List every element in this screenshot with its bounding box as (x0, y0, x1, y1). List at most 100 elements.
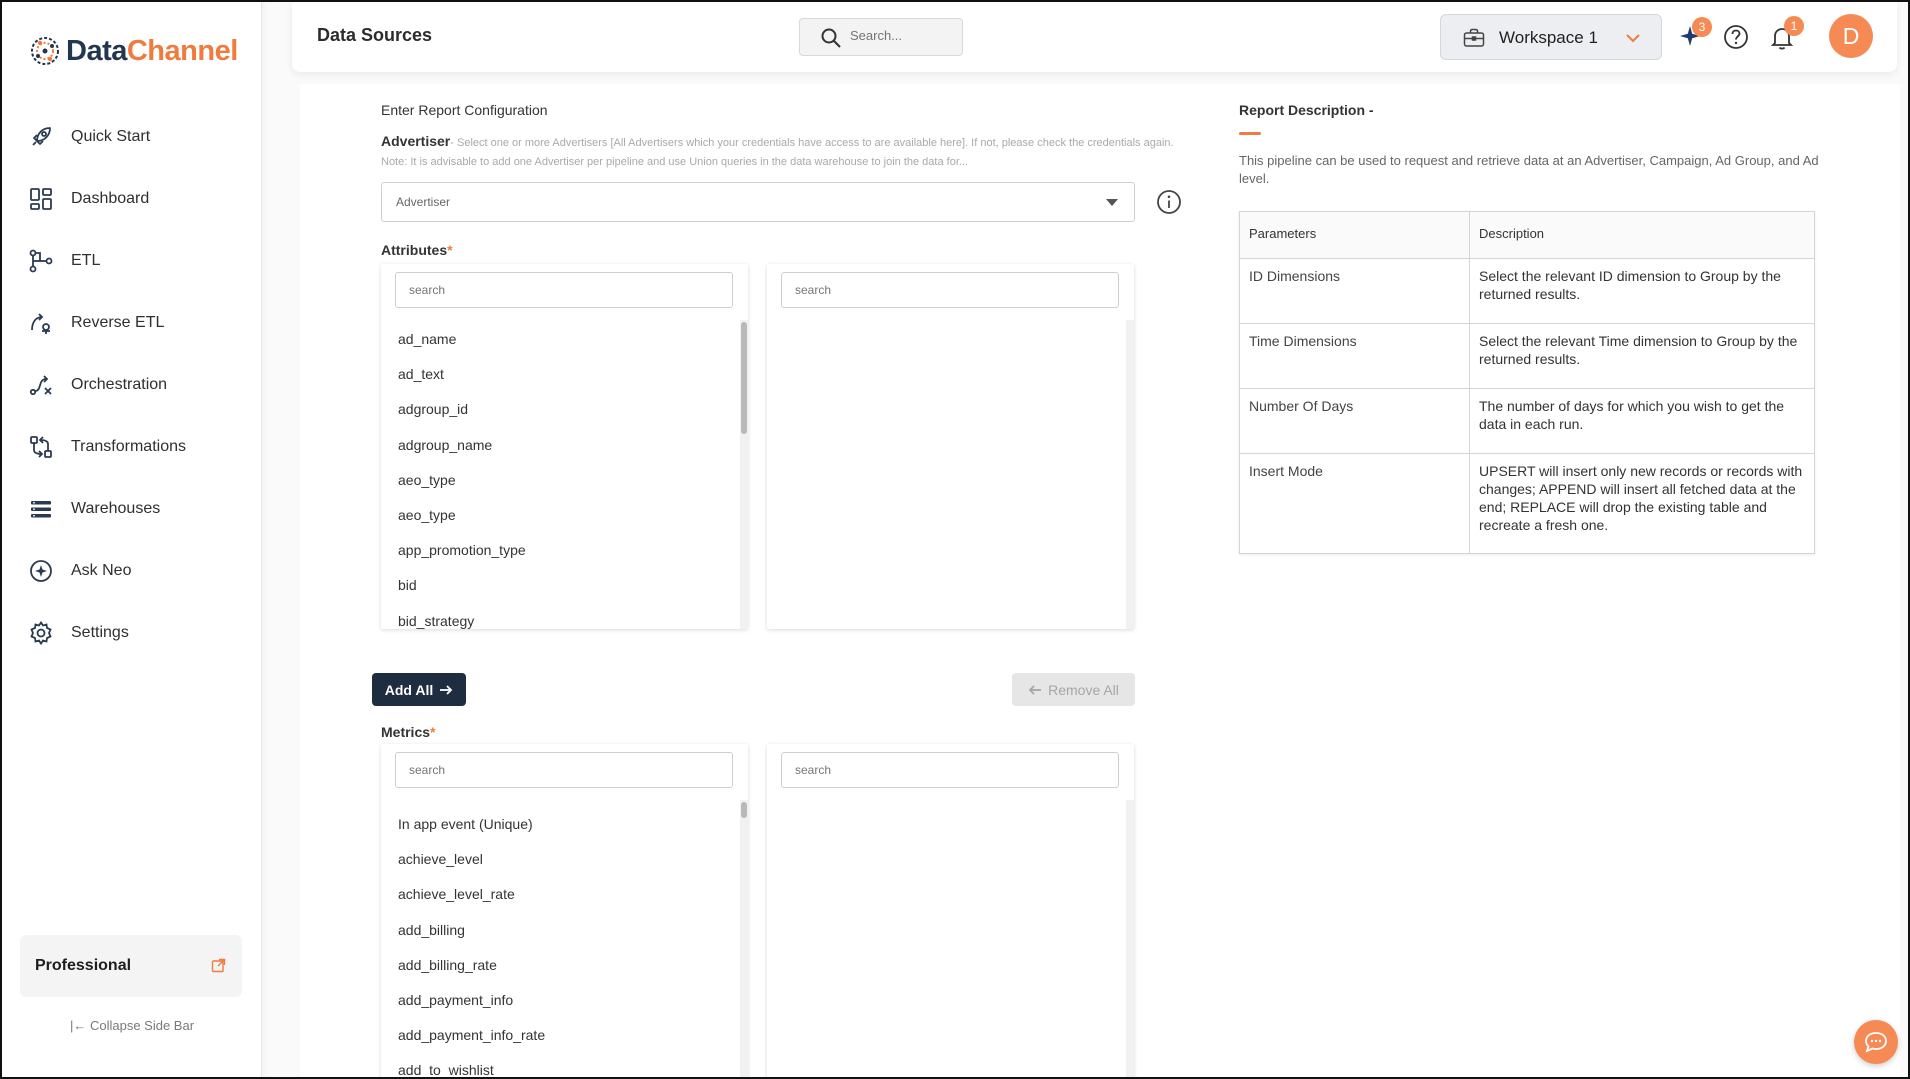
list-item[interactable]: add_billing (381, 913, 736, 948)
table-header-row: Parameters Description (1239, 211, 1815, 259)
section-title: Enter Report Configuration (381, 102, 548, 118)
list-item[interactable]: app_promotion_type (381, 533, 736, 568)
advertiser-select-value: Advertiser (396, 195, 451, 209)
table-row: Time Dimensions Select the relevant Time… (1239, 323, 1815, 389)
sidebar-item-quick-start[interactable]: Quick Start (2, 106, 262, 168)
table-row: ID Dimensions Select the relevant ID dim… (1239, 258, 1815, 324)
add-all-button[interactable]: Add All (372, 673, 466, 706)
param-desc: The number of days for which you wish to… (1469, 388, 1815, 454)
briefcase-icon (1463, 28, 1485, 47)
param-name: Time Dimensions (1239, 323, 1470, 389)
chat-bubble-icon (1865, 1032, 1887, 1053)
info-icon[interactable] (1156, 189, 1182, 215)
sidebar-item-ask-neo[interactable]: Ask Neo (2, 540, 262, 602)
param-desc: Select the relevant Time dimension to Gr… (1469, 323, 1815, 389)
table-row: Number Of Days The number of days for wh… (1239, 388, 1815, 454)
column-header: Description (1469, 211, 1815, 259)
sidebar-item-etl[interactable]: ETL (2, 230, 262, 292)
sidebar-item-dashboard[interactable]: Dashboard (2, 168, 262, 230)
attributes-selected-search[interactable] (781, 272, 1119, 308)
remove-all-button[interactable]: Remove All (1012, 673, 1135, 706)
sidebar-item-warehouses[interactable]: Warehouses (2, 478, 262, 540)
list-item[interactable]: bid (381, 568, 736, 603)
ask-neo-icon (30, 560, 52, 582)
list-item[interactable]: add_payment_info (381, 983, 736, 1018)
list-item[interactable]: add_to_wishlist (381, 1053, 736, 1077)
sidebar-item-reverse-etl[interactable]: Reverse ETL (2, 292, 262, 354)
gear-icon (30, 620, 52, 646)
scrollbar[interactable] (740, 320, 748, 629)
sidebar-item-label: Warehouses (71, 500, 161, 517)
attributes-available-search[interactable] (395, 272, 733, 308)
list-item[interactable]: ad_text (381, 357, 736, 392)
sidebar-item-transformations[interactable]: Transformations (2, 416, 262, 478)
table-row: Insert Mode UPSERT will insert only new … (1239, 453, 1815, 554)
scrollbar-thumb[interactable] (741, 322, 747, 434)
sidebar-item-orchestration[interactable]: Orchestration (2, 354, 262, 416)
param-name: ID Dimensions (1239, 258, 1470, 324)
list-item[interactable]: bid_strategy (381, 604, 736, 630)
list-item[interactable]: In app event (Unique) (381, 807, 736, 842)
chat-button[interactable] (1854, 1020, 1898, 1064)
attributes-selected-list (767, 264, 1134, 629)
metrics-available-search[interactable] (395, 752, 733, 788)
remove-all-label: Remove All (1048, 681, 1119, 698)
plan-name: Professional (35, 957, 132, 974)
collapse-icon: |← (69, 1018, 90, 1033)
metrics-label: Metrics* (381, 724, 436, 740)
sidebar: DataChannel Quick Start Dashboard ETL Re… (2, 2, 262, 1077)
list-item[interactable]: aeo_type (381, 498, 736, 533)
sidebar-item-label: Quick Start (71, 128, 151, 145)
report-description-title: Report Description - (1239, 102, 1374, 118)
plan-card[interactable]: Professional (20, 935, 242, 997)
list-item[interactable]: achieve_level (381, 842, 736, 877)
attributes-available-list: ad_name ad_text adgroup_id adgroup_name … (381, 264, 748, 629)
transformations-icon (30, 436, 52, 458)
param-desc: UPSERT will insert only new records or r… (1469, 453, 1815, 554)
list-item[interactable]: adgroup_name (381, 428, 736, 463)
search-icon (821, 28, 841, 48)
orchestration-icon (29, 375, 52, 396)
parameters-table: Parameters Description ID Dimensions Sel… (1239, 211, 1815, 554)
rocket-icon (32, 127, 51, 146)
main-content: Enter Report Configuration Advertiser- S… (300, 84, 1900, 1077)
external-link-icon[interactable] (211, 958, 226, 973)
title-underline (1239, 132, 1261, 135)
collapse-sidebar-button[interactable]: |← Collapse Side Bar (2, 1018, 262, 1033)
global-search[interactable] (799, 18, 963, 56)
list-item[interactable]: add_billing_rate (381, 948, 736, 983)
list-item[interactable]: aeo_type (381, 463, 736, 498)
sidebar-item-settings[interactable]: Settings (2, 602, 262, 664)
page-title: Data Sources (317, 25, 433, 45)
list-item[interactable]: add_payment_info_rate (381, 1018, 736, 1053)
avatar[interactable]: D (1829, 14, 1873, 58)
advertiser-select[interactable]: Advertiser (381, 182, 1135, 222)
chevron-down-icon (1626, 34, 1640, 43)
column-header: Parameters (1239, 211, 1470, 259)
list-item[interactable]: adgroup_id (381, 392, 736, 427)
help-icon[interactable] (1722, 23, 1750, 51)
list-item[interactable]: ad_name (381, 322, 736, 357)
sidebar-nav: Quick Start Dashboard ETL Reverse ETL Or… (2, 106, 262, 664)
advertiser-label: Advertiser (381, 133, 451, 149)
app-window: DataChannel Quick Start Dashboard ETL Re… (0, 0, 1910, 1079)
workspace-selector[interactable]: Workspace 1 (1440, 14, 1662, 60)
dashboard-icon (30, 188, 52, 210)
logo[interactable]: DataChannel (28, 34, 238, 68)
etl-icon (29, 249, 53, 273)
scrollbar[interactable] (1126, 320, 1134, 629)
param-name: Number Of Days (1239, 388, 1470, 454)
scrollbar-thumb[interactable] (741, 802, 747, 818)
workspace-name: Workspace 1 (1499, 28, 1598, 47)
metrics-selected-search[interactable] (781, 752, 1119, 788)
sidebar-item-label: ETL (71, 252, 101, 269)
search-input[interactable] (850, 28, 950, 43)
caret-down-icon (1106, 199, 1118, 206)
scrollbar[interactable] (740, 800, 748, 1077)
sidebar-item-label: Settings (71, 624, 129, 641)
top-header: Data Sources Workspace 1 3 1 D (292, 2, 1897, 72)
list-item[interactable]: achieve_level_rate (381, 877, 736, 912)
sidebar-item-label: Orchestration (71, 376, 168, 393)
arrow-right-icon (440, 684, 453, 695)
scrollbar[interactable] (1126, 800, 1134, 1077)
